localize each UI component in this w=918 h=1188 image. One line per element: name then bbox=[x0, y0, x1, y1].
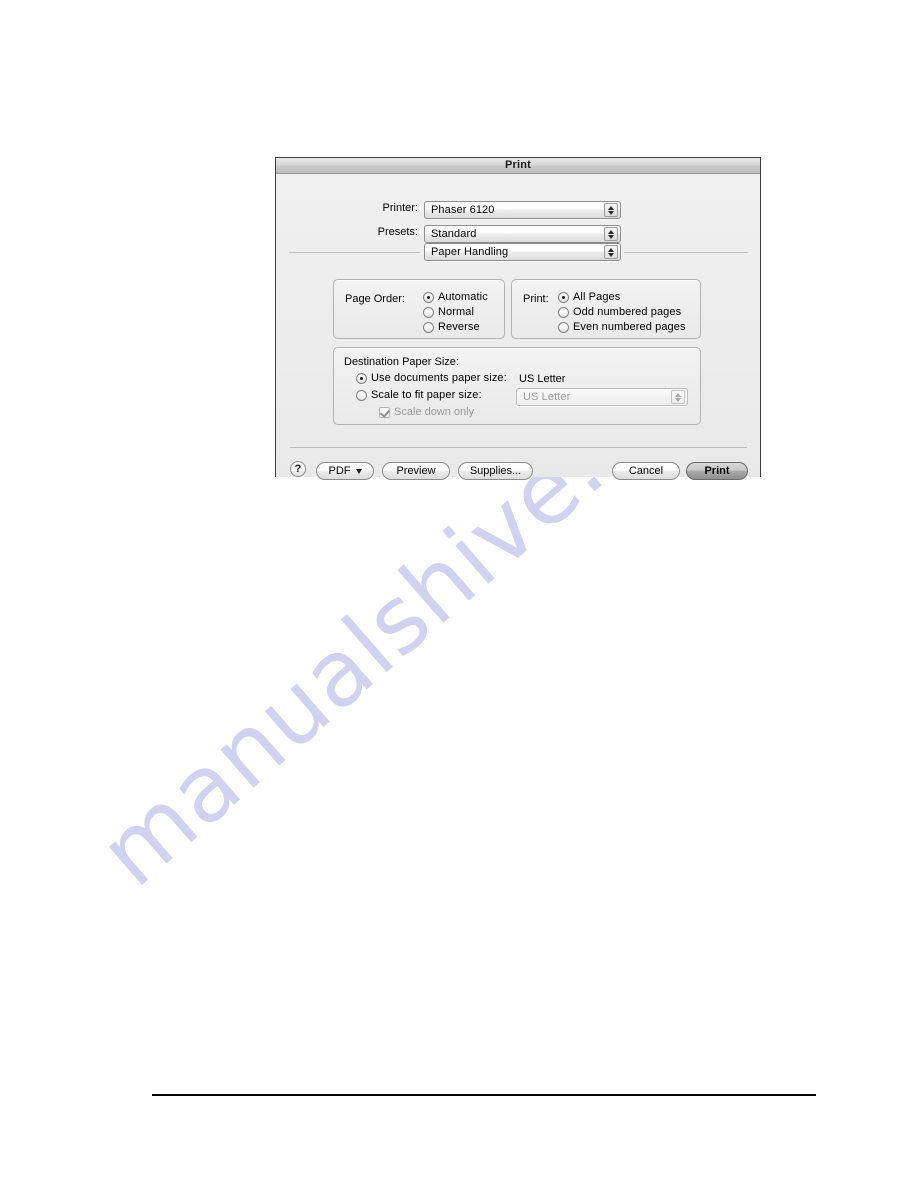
help-button[interactable]: ? bbox=[290, 461, 306, 477]
radio-label: Normal bbox=[438, 306, 475, 318]
supplies-button[interactable]: Supplies... bbox=[458, 462, 533, 480]
radio-icon bbox=[423, 292, 434, 303]
radio-icon bbox=[558, 322, 569, 333]
radio-page-order-automatic[interactable]: Automatic bbox=[423, 292, 488, 303]
presets-popup[interactable]: Standard bbox=[424, 225, 621, 243]
radio-use-documents-paper-size[interactable]: Use documents paper size: bbox=[356, 373, 507, 384]
printer-label: Printer: bbox=[382, 202, 418, 214]
bottom-separator bbox=[290, 447, 747, 448]
supplies-button-label: Supplies... bbox=[469, 465, 522, 477]
radio-icon bbox=[356, 373, 367, 384]
radio-label: Odd numbered pages bbox=[573, 306, 682, 318]
radio-label: All Pages bbox=[573, 291, 621, 303]
print-button-label: Print bbox=[704, 465, 730, 477]
page-watermark: manualshive.com bbox=[80, 283, 918, 950]
pane-separator-right bbox=[624, 252, 748, 253]
printer-popup[interactable]: Phaser 6120 bbox=[424, 201, 621, 219]
chevron-updown-icon bbox=[604, 245, 618, 259]
checkbox-label: Scale down only bbox=[394, 406, 475, 418]
pane-popup-value: Paper Handling bbox=[431, 245, 509, 258]
radio-label: Even numbered pages bbox=[573, 321, 686, 333]
caret-down-icon bbox=[355, 468, 362, 474]
chevron-updown-icon bbox=[671, 390, 685, 404]
scale-to-fit-popup-value: US Letter bbox=[523, 390, 571, 403]
radio-icon bbox=[356, 390, 367, 401]
radio-icon bbox=[423, 307, 434, 318]
print-range-group: Print: All Pages Odd numbered pages Even… bbox=[511, 279, 701, 339]
radio-label: Reverse bbox=[438, 321, 480, 333]
presets-row: Presets: bbox=[366, 226, 418, 238]
dialog-body: Printer: Phaser 6120 Presets: Standard P… bbox=[276, 174, 760, 480]
pdf-button[interactable]: PDF bbox=[316, 462, 374, 480]
pane-popup[interactable]: Paper Handling bbox=[424, 243, 621, 261]
radio-label: Scale to fit paper size: bbox=[371, 389, 482, 401]
radio-scale-to-fit-paper-size[interactable]: Scale to fit paper size: bbox=[356, 390, 482, 401]
pdf-button-label: PDF bbox=[328, 465, 351, 477]
chevron-updown-icon bbox=[604, 227, 618, 241]
printer-row: Printer: bbox=[366, 202, 418, 214]
presets-label: Presets: bbox=[377, 226, 418, 238]
chevron-updown-icon bbox=[604, 203, 618, 217]
dialog-titlebar: Print bbox=[276, 158, 760, 174]
radio-print-odd-pages[interactable]: Odd numbered pages bbox=[558, 307, 681, 318]
print-button[interactable]: Print bbox=[686, 462, 748, 480]
use-documents-paper-size-value: US Letter bbox=[519, 373, 566, 385]
checkbox-icon bbox=[379, 407, 390, 418]
print-range-label: Print: bbox=[523, 293, 549, 305]
radio-print-even-pages[interactable]: Even numbered pages bbox=[558, 322, 686, 333]
destination-paper-size-group: Destination Paper Size: Use documents pa… bbox=[333, 347, 701, 425]
radio-icon bbox=[558, 292, 569, 303]
printer-popup-value: Phaser 6120 bbox=[431, 203, 495, 216]
radio-page-order-normal[interactable]: Normal bbox=[423, 307, 474, 318]
destination-paper-size-label: Destination Paper Size: bbox=[344, 356, 459, 368]
help-button-label: ? bbox=[294, 463, 302, 475]
print-dialog: Print Printer: Phaser 6120 Presets: Stan… bbox=[275, 157, 761, 480]
presets-popup-value: Standard bbox=[431, 227, 477, 240]
page-order-group: Page Order: Automatic Normal Reverse bbox=[333, 279, 505, 339]
cancel-button-label: Cancel bbox=[628, 465, 664, 477]
radio-label: Automatic bbox=[438, 291, 488, 303]
page-order-label: Page Order: bbox=[345, 293, 405, 305]
radio-print-all-pages[interactable]: All Pages bbox=[558, 292, 620, 303]
cancel-button[interactable]: Cancel bbox=[612, 462, 680, 480]
radio-label: Use documents paper size: bbox=[371, 372, 507, 384]
radio-page-order-reverse[interactable]: Reverse bbox=[423, 322, 480, 333]
dialog-title: Print bbox=[504, 159, 532, 171]
checkbox-scale-down-only[interactable]: Scale down only bbox=[379, 407, 474, 418]
preview-button-label: Preview bbox=[396, 465, 436, 477]
pane-separator-left bbox=[289, 252, 420, 253]
preview-button[interactable]: Preview bbox=[382, 462, 450, 480]
page-footer-rule bbox=[152, 1094, 816, 1096]
radio-icon bbox=[558, 307, 569, 318]
radio-icon bbox=[423, 322, 434, 333]
scale-to-fit-paper-size-popup[interactable]: US Letter bbox=[516, 388, 688, 406]
